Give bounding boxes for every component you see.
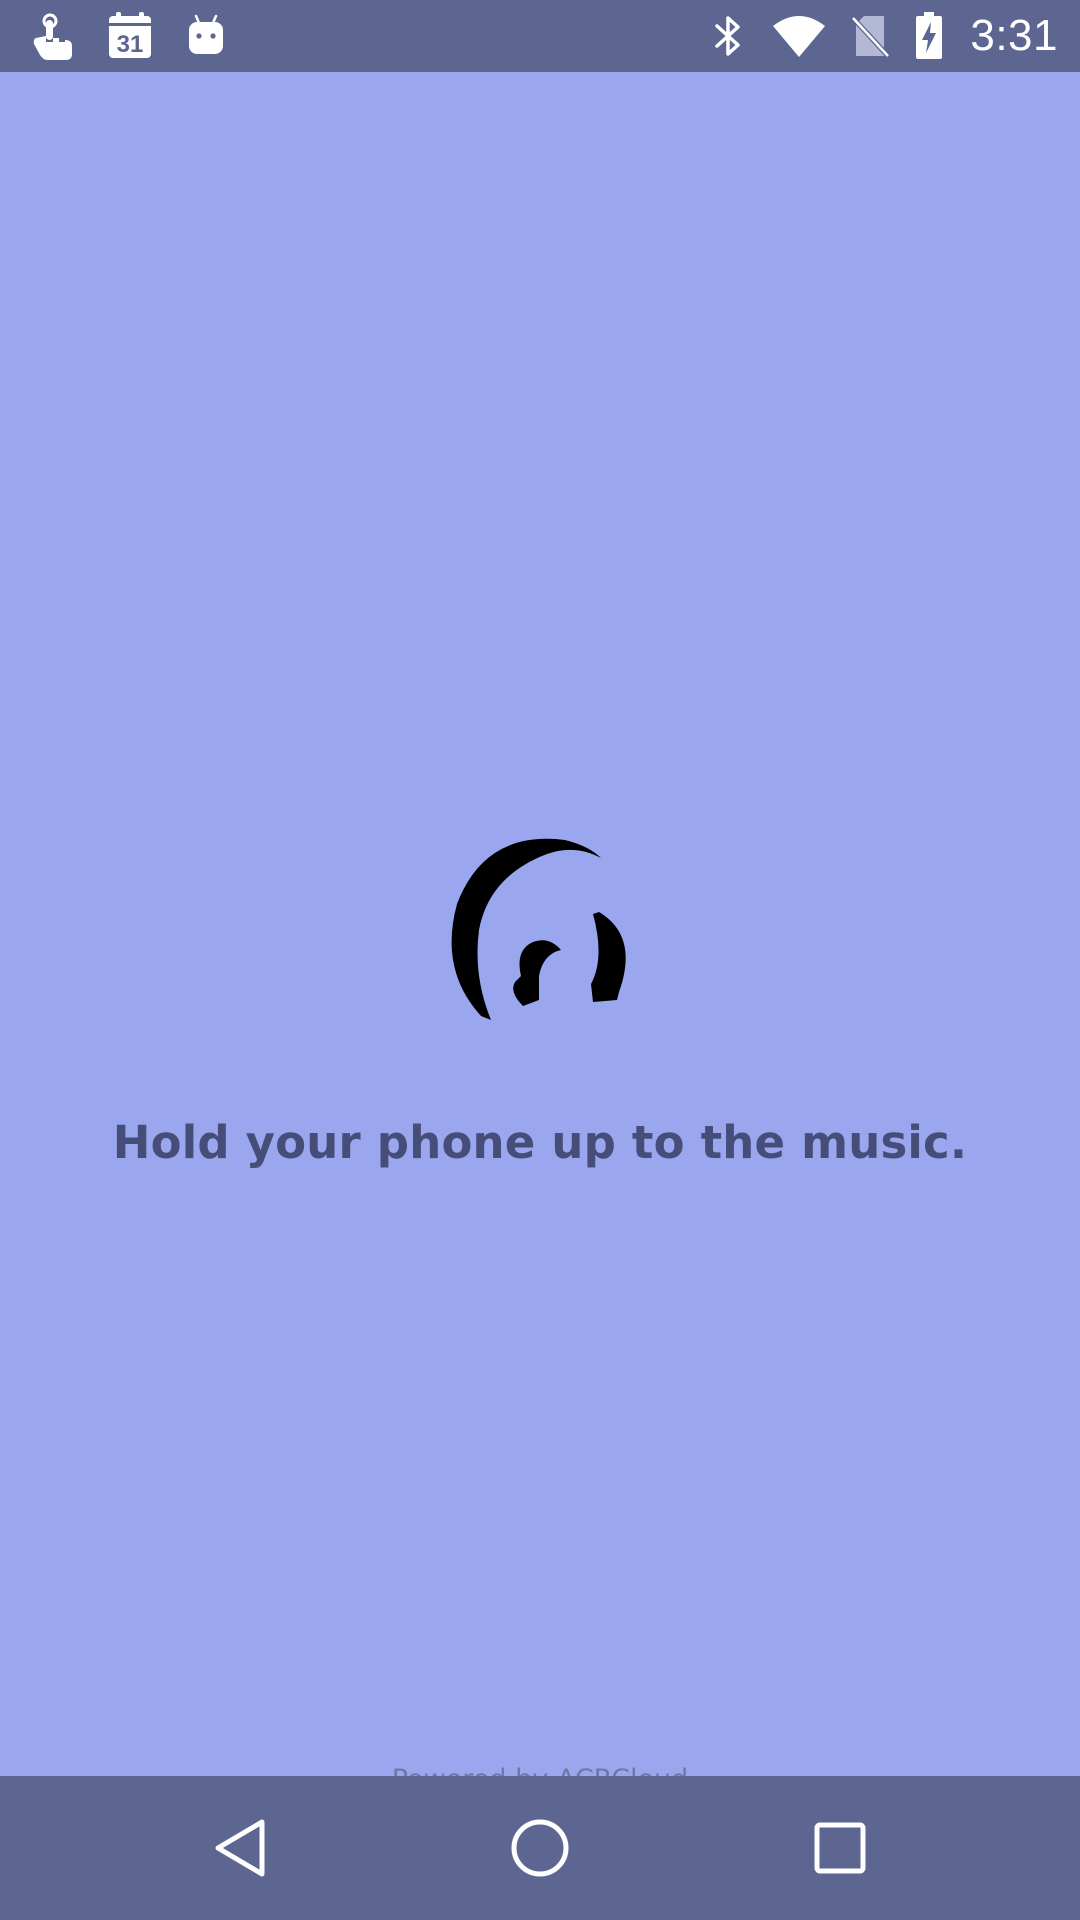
home-button[interactable] xyxy=(492,1800,588,1896)
calendar-icon: 31 xyxy=(106,12,154,60)
instruction-text: Hold your phone up to the music. xyxy=(112,1116,968,1169)
listening-ear-icon xyxy=(451,838,626,1020)
recents-button[interactable] xyxy=(792,1800,888,1896)
system-icons: 3:31 xyxy=(704,10,1058,62)
clock: 3:31 xyxy=(970,11,1058,60)
recents-icon xyxy=(814,1822,866,1874)
notification-area: 31 xyxy=(30,10,230,62)
no-sim-icon xyxy=(846,12,894,60)
status-bar: 31 3:31 xyxy=(0,0,1080,72)
battery-charging-icon xyxy=(912,12,946,60)
bluetooth-icon xyxy=(704,12,752,60)
calendar-day: 31 xyxy=(117,31,144,58)
home-icon xyxy=(511,1819,569,1877)
android-robot-icon xyxy=(182,12,230,60)
navigation-bar xyxy=(0,1776,1080,1920)
touch-gesture-icon xyxy=(30,12,78,60)
back-button[interactable] xyxy=(192,1800,288,1896)
back-icon xyxy=(215,1819,265,1877)
main-content: Hold your phone up to the music. Powered… xyxy=(0,72,1080,1795)
wifi-icon xyxy=(770,12,828,60)
